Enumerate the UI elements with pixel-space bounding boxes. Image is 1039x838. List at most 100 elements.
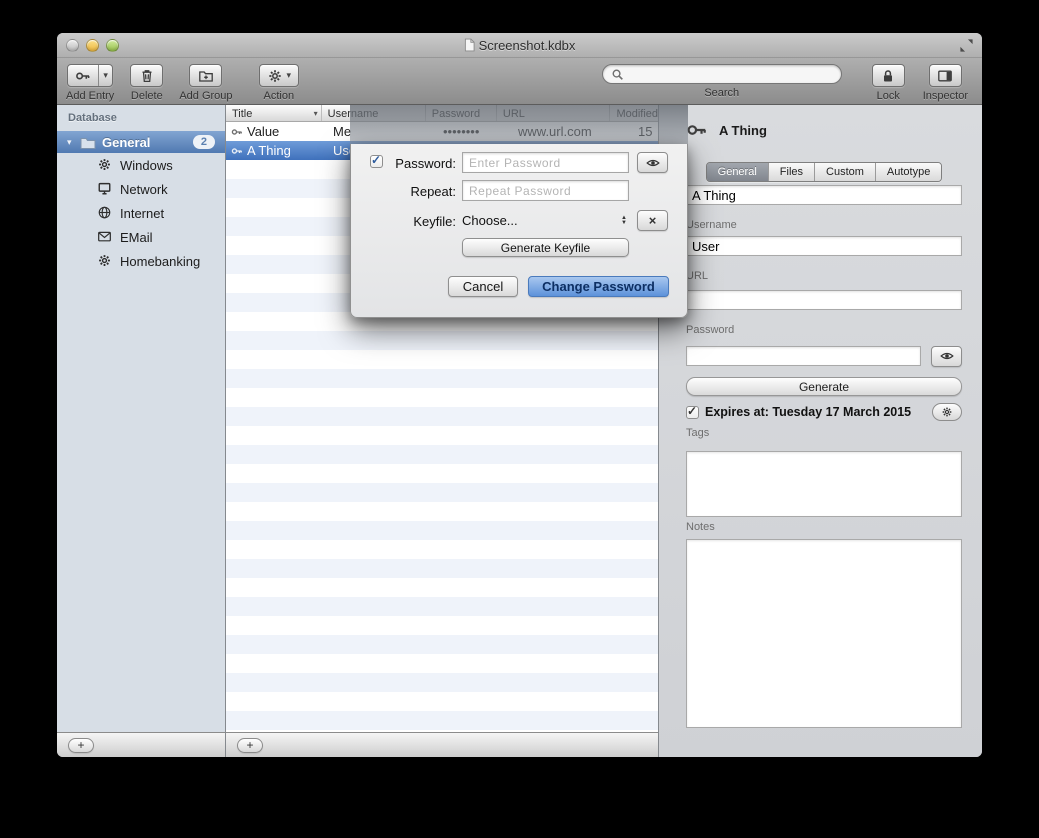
folder-plus-icon: [191, 65, 221, 86]
tab-autotype[interactable]: Autotype: [875, 163, 941, 181]
gear-icon: [97, 253, 113, 269]
key-icon: [686, 119, 708, 141]
eye-icon: [940, 350, 954, 362]
password-field[interactable]: [686, 346, 921, 366]
envelope-icon: [97, 229, 113, 245]
sidebar-item-label: Windows: [120, 158, 173, 173]
password-row: [686, 345, 962, 367]
cancel-button[interactable]: Cancel: [448, 276, 518, 297]
tab-general[interactable]: General: [707, 163, 768, 181]
inspector-panel-icon: [930, 65, 960, 86]
lock-item: Lock: [872, 64, 905, 102]
delete-label: Delete: [131, 90, 163, 102]
clear-keyfile-button[interactable]: ×: [637, 210, 668, 231]
generate-password-button[interactable]: Generate: [686, 377, 962, 396]
change-password-dialog: ✓ Password: Repeat: Keyfile: Choose... ▲…: [350, 144, 688, 318]
expires-checkbox[interactable]: ✓: [686, 406, 699, 419]
search-label: Search: [704, 87, 739, 99]
tags-textarea[interactable]: [686, 451, 962, 517]
sidebar-item-windows[interactable]: Windows: [57, 153, 225, 177]
username-field[interactable]: [686, 236, 962, 256]
sidebar-group-general[interactable]: ▾ General 2: [57, 131, 225, 153]
inspector-entry-title: A Thing: [719, 123, 767, 138]
sidebar-item-label: Network: [120, 182, 168, 197]
key-icon: [231, 145, 243, 157]
gear-icon: [267, 68, 283, 84]
sidebar: Database ▾ General 2 Windows Network: [57, 105, 226, 732]
fullscreen-icon[interactable]: [959, 38, 974, 53]
sidebar-item-network[interactable]: Network: [57, 177, 225, 201]
expires-label: Expires at: Tuesday 17 March 2015: [705, 405, 926, 419]
sheet-repeat-label: Repeat:: [351, 184, 456, 199]
reveal-password-button[interactable]: [931, 346, 962, 367]
sheet-shadow-overlay: [350, 105, 688, 144]
sheet-repeat-input[interactable]: [462, 180, 629, 201]
sidebar-item-email[interactable]: EMail: [57, 225, 225, 249]
lock-label: Lock: [877, 90, 900, 102]
window-title: Screenshot.kdbx: [479, 38, 576, 53]
keyfile-dropdown[interactable]: Choose... ▲▼: [462, 210, 629, 231]
notes-textarea[interactable]: [686, 539, 962, 728]
inspector-button[interactable]: [929, 64, 962, 87]
add-group-button[interactable]: [189, 64, 222, 87]
expires-row: ✓ Expires at: Tuesday 17 March 2015: [686, 403, 962, 421]
sidebar-item-homebanking[interactable]: Homebanking: [57, 249, 225, 273]
monitor-icon: [97, 181, 113, 197]
search-icon: [611, 68, 624, 81]
stepper-icon: ▲▼: [621, 216, 629, 225]
tab-custom[interactable]: Custom: [814, 163, 875, 181]
titlebar[interactable]: Screenshot.kdbx: [57, 33, 982, 58]
sort-indicator-icon: ▾: [314, 109, 318, 118]
group-badge: 2: [193, 135, 215, 149]
gear-icon: [97, 157, 113, 173]
change-password-button[interactable]: Change Password: [528, 276, 669, 297]
sheet-password-label: Password:: [351, 156, 456, 171]
disclosure-triangle-icon[interactable]: ▾: [67, 137, 80, 148]
entry-title-cell: Value: [247, 122, 279, 141]
search-field[interactable]: [602, 64, 842, 84]
add-entry-button[interactable]: ▾: [67, 64, 113, 87]
sidebar-item-label: Internet: [120, 206, 164, 221]
reveal-sheet-password-button[interactable]: [637, 152, 668, 173]
sidebar-item-label: EMail: [120, 230, 153, 245]
inspector-label: Inspector: [923, 90, 968, 102]
add-entry-plus-button[interactable]: +: [237, 738, 263, 753]
url-field[interactable]: [686, 290, 962, 310]
password-label: Password: [686, 324, 962, 336]
tags-label: Tags: [686, 427, 962, 439]
username-label: Username: [686, 219, 962, 231]
sheet-password-input[interactable]: [462, 152, 629, 173]
column-header-title[interactable]: Title ▾: [226, 105, 322, 121]
add-group-plus-button[interactable]: +: [68, 738, 94, 753]
eye-icon: [646, 157, 660, 169]
list-bottom-bar: +: [226, 732, 658, 757]
add-group-label: Add Group: [179, 90, 232, 102]
lock-button[interactable]: [872, 64, 905, 87]
sidebar-bottom-bar: +: [57, 732, 226, 757]
sheet-keyfile-label: Keyfile:: [351, 214, 456, 229]
generate-keyfile-button[interactable]: Generate Keyfile: [462, 238, 629, 257]
add-entry-label: Add Entry: [66, 90, 114, 102]
sidebar-item-internet[interactable]: Internet: [57, 201, 225, 225]
expiry-settings-button[interactable]: [932, 403, 962, 421]
inspector-panel: A Thing General Files Custom Autotype Us…: [658, 105, 982, 757]
entry-title-cell: A Thing: [247, 141, 291, 160]
lock-icon: [873, 65, 903, 86]
action-button[interactable]: ▾: [259, 64, 300, 87]
action-dropdown-arrow: ▾: [287, 70, 292, 81]
add-group-item: Add Group: [179, 64, 232, 102]
app-window: Screenshot.kdbx ▾ Add Entry Delete: [57, 33, 982, 757]
close-icon: ×: [649, 213, 657, 228]
delete-button[interactable]: [130, 64, 163, 87]
database-header: Database: [57, 105, 225, 131]
key-icon: [68, 65, 98, 86]
keyfile-value: Choose...: [462, 213, 518, 228]
search-input[interactable]: [629, 67, 833, 81]
title-field[interactable]: [686, 185, 962, 205]
tab-files[interactable]: Files: [768, 163, 814, 181]
delete-item: Delete: [130, 64, 163, 102]
window-title-area: Screenshot.kdbx: [57, 33, 982, 57]
add-entry-dropdown[interactable]: ▾: [98, 65, 112, 86]
gear-icon: [941, 406, 953, 418]
globe-icon: [97, 205, 113, 221]
